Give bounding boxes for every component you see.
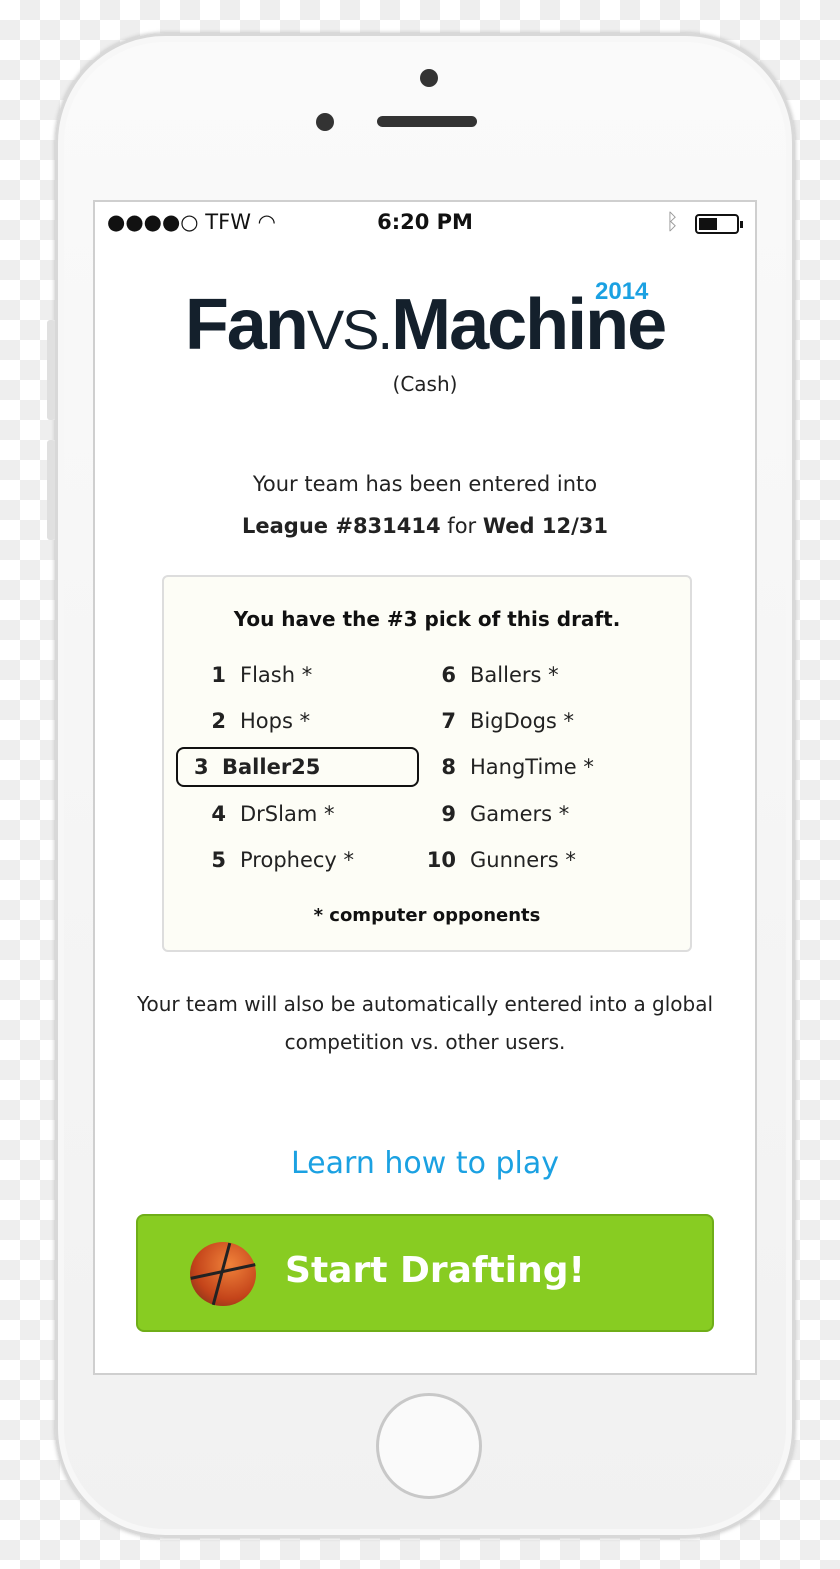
draft-order-panel: You have the #3 pick of this draft. 1 Fla… (162, 575, 692, 952)
sensor (316, 113, 334, 131)
draft-pick: 5 Prophecy * (194, 840, 354, 880)
bluetooth-icon: ᛒ (665, 210, 679, 235)
draft-pick: 9 Gamers * (424, 794, 569, 834)
start-drafting-label: Start Drafting! (285, 1250, 585, 1291)
draft-pick: 2 Hops * (194, 701, 310, 741)
team-name: Flash * (240, 663, 313, 687)
logo-year: 2014 (595, 278, 649, 305)
league-date: Wed 12/31 (482, 514, 608, 538)
start-drafting-button[interactable]: Start Drafting! (136, 1214, 714, 1332)
pick-number: 3 (194, 755, 209, 779)
volume-up-button (47, 320, 55, 420)
logo-vs: VS. (306, 298, 393, 361)
volume-down-button (47, 440, 55, 540)
draft-pick: 8 HangTime * (424, 747, 594, 787)
draft-pick: 1 Flash * (194, 655, 312, 695)
app-logo: FanVS.Machine (95, 284, 755, 366)
draft-pick: 6 Ballers * (424, 655, 559, 695)
status-bar: ●●●●○ TFW ◠ 6:20 PM ᛒ (107, 210, 743, 238)
game-mode: (Cash) (392, 372, 458, 396)
for-text: for (440, 514, 483, 538)
pick-title: You have the #3 pick of this draft. (233, 607, 621, 631)
home-button[interactable] (376, 1393, 482, 1499)
draft-pick-user: 3 Baller25 (176, 747, 419, 787)
pick-number: 6 (441, 663, 456, 687)
draft-pick: 10 Gunners * (424, 840, 576, 880)
pick-number: 4 (211, 802, 226, 826)
pick-number: 8 (441, 755, 456, 779)
pick-number: 7 (441, 709, 456, 733)
team-name: Ballers * (470, 663, 559, 687)
learn-how-to-play-link[interactable]: Learn how to play (95, 1146, 755, 1181)
pick-number: 10 (426, 848, 456, 872)
computer-opponents-note: * computer opponents (313, 905, 541, 926)
league-id: League #831414 (242, 514, 441, 538)
draft-pick: 7 BigDogs * (424, 701, 574, 741)
pick-number: 1 (211, 663, 226, 687)
team-name: DrSlam * (240, 802, 335, 826)
team-name: Gunners * (470, 848, 576, 872)
camera (420, 69, 438, 87)
team-name: HangTime * (470, 755, 594, 779)
team-name: Baller25 (222, 755, 321, 779)
clock: 6:20 PM (377, 210, 473, 234)
draft-pick: 4 DrSlam * (194, 794, 334, 834)
team-name: Gamers * (470, 802, 570, 826)
pick-number: 2 (211, 709, 226, 733)
team-name: Hops * (240, 709, 311, 733)
team-name: BigDogs * (470, 709, 575, 733)
screen: ●●●●○ TFW ◠ 6:20 PM ᛒ FanVS.Machine 2014… (93, 200, 757, 1375)
league-line: League #831414 for Wed 12/31 (95, 514, 755, 538)
speaker (377, 116, 477, 127)
logo-fan: Fan (184, 285, 309, 365)
pick-number: 9 (441, 802, 456, 826)
global-competition-note: Your team will also be automatically ent… (136, 992, 714, 1054)
battery-icon (695, 214, 743, 234)
pick-number: 5 (211, 848, 226, 872)
team-name: Prophecy * (240, 848, 355, 872)
entry-text: Your team has been entered into (252, 472, 598, 496)
